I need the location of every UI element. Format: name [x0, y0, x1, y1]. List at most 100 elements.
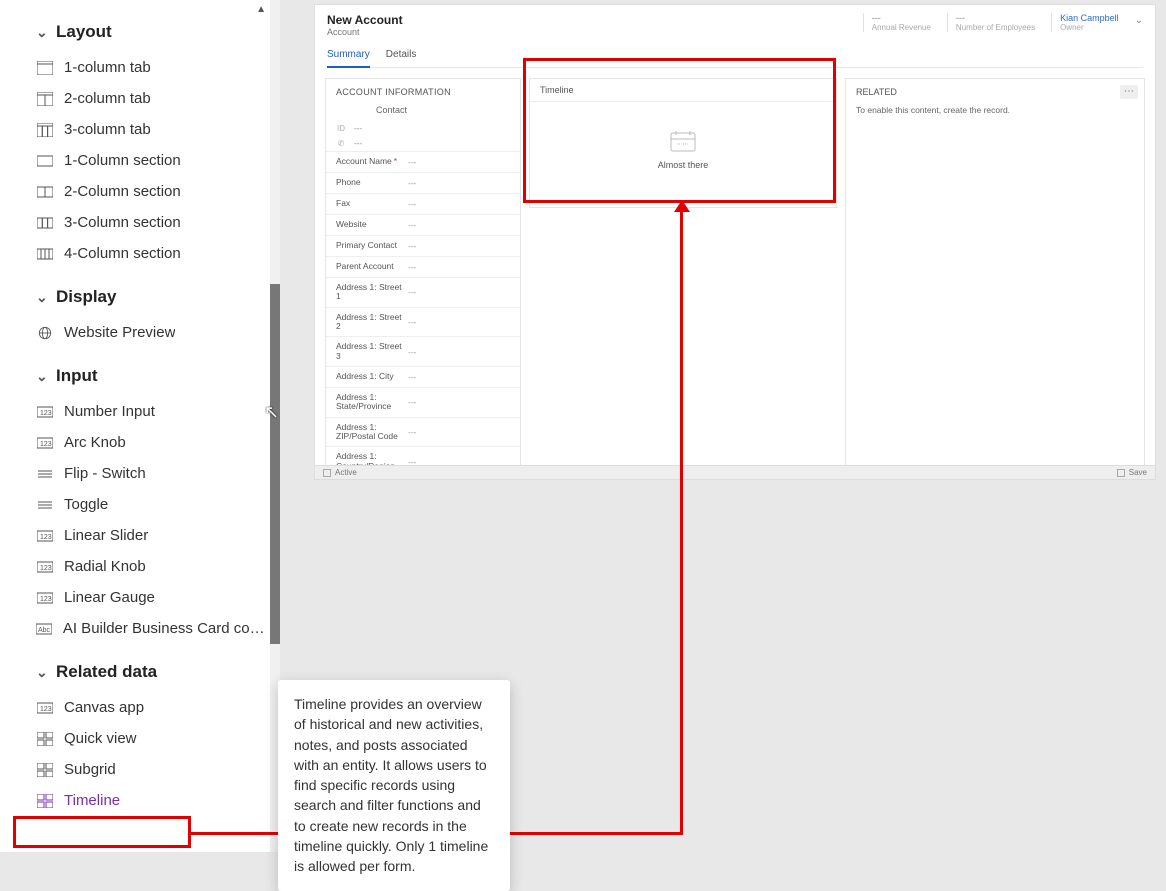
svg-text:123: 123 — [40, 534, 52, 541]
field-address-street-1[interactable]: Address 1: Street 1--- — [326, 277, 520, 307]
form-title: New Account — [327, 13, 403, 27]
field-address-zip[interactable]: Address 1: ZIP/Postal Code--- — [326, 417, 520, 447]
field-address-city[interactable]: Address 1: City--- — [326, 366, 520, 387]
mouse-cursor-icon: ↖ — [264, 402, 279, 423]
section-display[interactable]: ⌄ Display — [36, 287, 268, 307]
svg-text:123: 123 — [40, 706, 52, 713]
component-ai-builder-card[interactable]: Abc AI Builder Business Card contr… — [36, 613, 268, 644]
components-sidebar: ▲ ⌄ Layout 1-column tab 2-column tab 3-c… — [0, 0, 280, 852]
header-field-owner[interactable]: Kian Campbell Owner — [1051, 13, 1127, 32]
field-address-state[interactable]: Address 1: State/Province--- — [326, 387, 520, 417]
account-info-section-title: ACCOUNT INFORMATION — [326, 79, 520, 103]
footer-save-icon — [1117, 469, 1125, 477]
chevron-down-icon: ⌄ — [36, 24, 50, 41]
subgrid-icon — [36, 762, 54, 778]
related-title: RELATED — [856, 87, 1134, 97]
chevron-down-icon: ⌄ — [36, 664, 50, 681]
chevron-down-icon: ⌄ — [36, 289, 50, 306]
footer-status-icon — [323, 469, 331, 477]
section-2col-icon — [36, 184, 54, 200]
form-subtitle: Account — [327, 27, 403, 37]
id-icon: ID — [336, 124, 346, 133]
field-address-street-2[interactable]: Address 1: Street 2--- — [326, 307, 520, 337]
component-1-column-tab[interactable]: 1-column tab — [36, 52, 268, 83]
tab-1col-icon — [36, 60, 54, 76]
svg-text:123: 123 — [40, 565, 52, 572]
scroll-up-arrow[interactable]: ▲ — [256, 4, 266, 15]
component-website-preview[interactable]: Website Preview — [36, 317, 268, 348]
component-timeline[interactable]: Timeline — [36, 785, 268, 816]
header-field-employees[interactable]: --- Number of Employees — [947, 13, 1043, 32]
component-linear-gauge[interactable]: 123 Linear Gauge — [36, 582, 268, 613]
related-more-button[interactable]: ⋯ — [1120, 85, 1138, 99]
component-linear-slider[interactable]: 123 Linear Slider — [36, 520, 268, 551]
canvas-app-icon: 123 — [36, 700, 54, 716]
field-fax[interactable]: Fax--- — [326, 193, 520, 214]
toggle-icon — [36, 497, 54, 513]
timeline-icon — [36, 793, 54, 809]
component-arc-knob[interactable]: 123 Arc Knob — [36, 427, 268, 458]
svg-text:123: 123 — [40, 441, 52, 448]
section-layout-title: Layout — [56, 22, 112, 42]
section-layout[interactable]: ⌄ Layout — [36, 22, 268, 42]
section-input[interactable]: ⌄ Input — [36, 366, 268, 386]
component-1-column-section[interactable]: 1-Column section — [36, 145, 268, 176]
quick-view-icon — [36, 731, 54, 747]
section-4col-icon — [36, 246, 54, 262]
flip-switch-icon — [36, 466, 54, 482]
field-primary-contact[interactable]: Primary Contact--- — [326, 235, 520, 256]
timeline-tooltip: Timeline provides an overview of histori… — [278, 680, 510, 891]
component-toggle[interactable]: Toggle — [36, 489, 268, 520]
component-quick-view[interactable]: Quick view — [36, 723, 268, 754]
sidebar-scrollbar-thumb[interactable] — [270, 284, 280, 644]
field-parent-account[interactable]: Parent Account--- — [326, 256, 520, 277]
ai-card-icon: Abc — [36, 621, 53, 637]
timeline-empty-message: Almost there — [530, 160, 836, 170]
svg-text:123: 123 — [40, 596, 52, 603]
tab-3col-icon — [36, 122, 54, 138]
field-address-street-3[interactable]: Address 1: Street 3--- — [326, 336, 520, 366]
number-input-icon: 123 — [36, 404, 54, 420]
tab-2col-icon — [36, 91, 54, 107]
timeline-title: Timeline — [530, 79, 836, 102]
component-number-input[interactable]: 123 Number Input — [36, 396, 268, 427]
field-phone[interactable]: Phone--- — [326, 172, 520, 193]
account-info-section[interactable]: ACCOUNT INFORMATION Contact ID--- ✆--- A… — [325, 78, 521, 477]
component-3-column-tab[interactable]: 3-column tab — [36, 114, 268, 145]
section-input-title: Input — [56, 366, 98, 386]
section-related-title: Related data — [56, 662, 157, 682]
header-expand-caret[interactable]: ⌄ — [1135, 13, 1143, 32]
section-display-title: Display — [56, 287, 116, 307]
tab-details[interactable]: Details — [386, 45, 417, 67]
component-radial-knob[interactable]: 123 Radial Knob — [36, 551, 268, 582]
section-related-data[interactable]: ⌄ Related data — [36, 662, 268, 682]
annotation-arrow-vertical — [680, 203, 683, 835]
component-flip-switch[interactable]: Flip - Switch — [36, 458, 268, 489]
field-account-name[interactable]: Account Name*--- — [326, 151, 520, 172]
tab-summary[interactable]: Summary — [327, 45, 370, 68]
section-1col-icon — [36, 153, 54, 169]
form-preview: New Account Account --- Annual Revenue -… — [314, 4, 1156, 480]
linear-slider-icon: 123 — [36, 528, 54, 544]
footer-save[interactable]: Save — [1129, 468, 1147, 477]
arc-knob-icon: 123 — [36, 435, 54, 451]
section-3col-icon — [36, 215, 54, 231]
component-3-column-section[interactable]: 3-Column section — [36, 207, 268, 238]
timeline-control[interactable]: Timeline Almost there — [529, 78, 837, 208]
svg-text:123: 123 — [40, 410, 52, 417]
field-website[interactable]: Website--- — [326, 214, 520, 235]
related-message: To enable this content, create the recor… — [856, 105, 1134, 115]
contact-subheading: Contact — [326, 103, 520, 121]
component-2-column-section[interactable]: 2-Column section — [36, 176, 268, 207]
component-2-column-tab[interactable]: 2-column tab — [36, 83, 268, 114]
header-field-annual-revenue[interactable]: --- Annual Revenue — [863, 13, 939, 32]
radial-knob-icon: 123 — [36, 559, 54, 575]
component-4-column-section[interactable]: 4-Column section — [36, 238, 268, 269]
svg-text:Abc: Abc — [38, 627, 51, 634]
component-canvas-app[interactable]: 123 Canvas app — [36, 692, 268, 723]
phone-icon: ✆ — [336, 139, 346, 148]
component-subgrid[interactable]: Subgrid — [36, 754, 268, 785]
footer-status: Active — [335, 468, 357, 477]
related-section[interactable]: ⋯ RELATED To enable this content, create… — [845, 78, 1145, 477]
linear-gauge-icon: 123 — [36, 590, 54, 606]
